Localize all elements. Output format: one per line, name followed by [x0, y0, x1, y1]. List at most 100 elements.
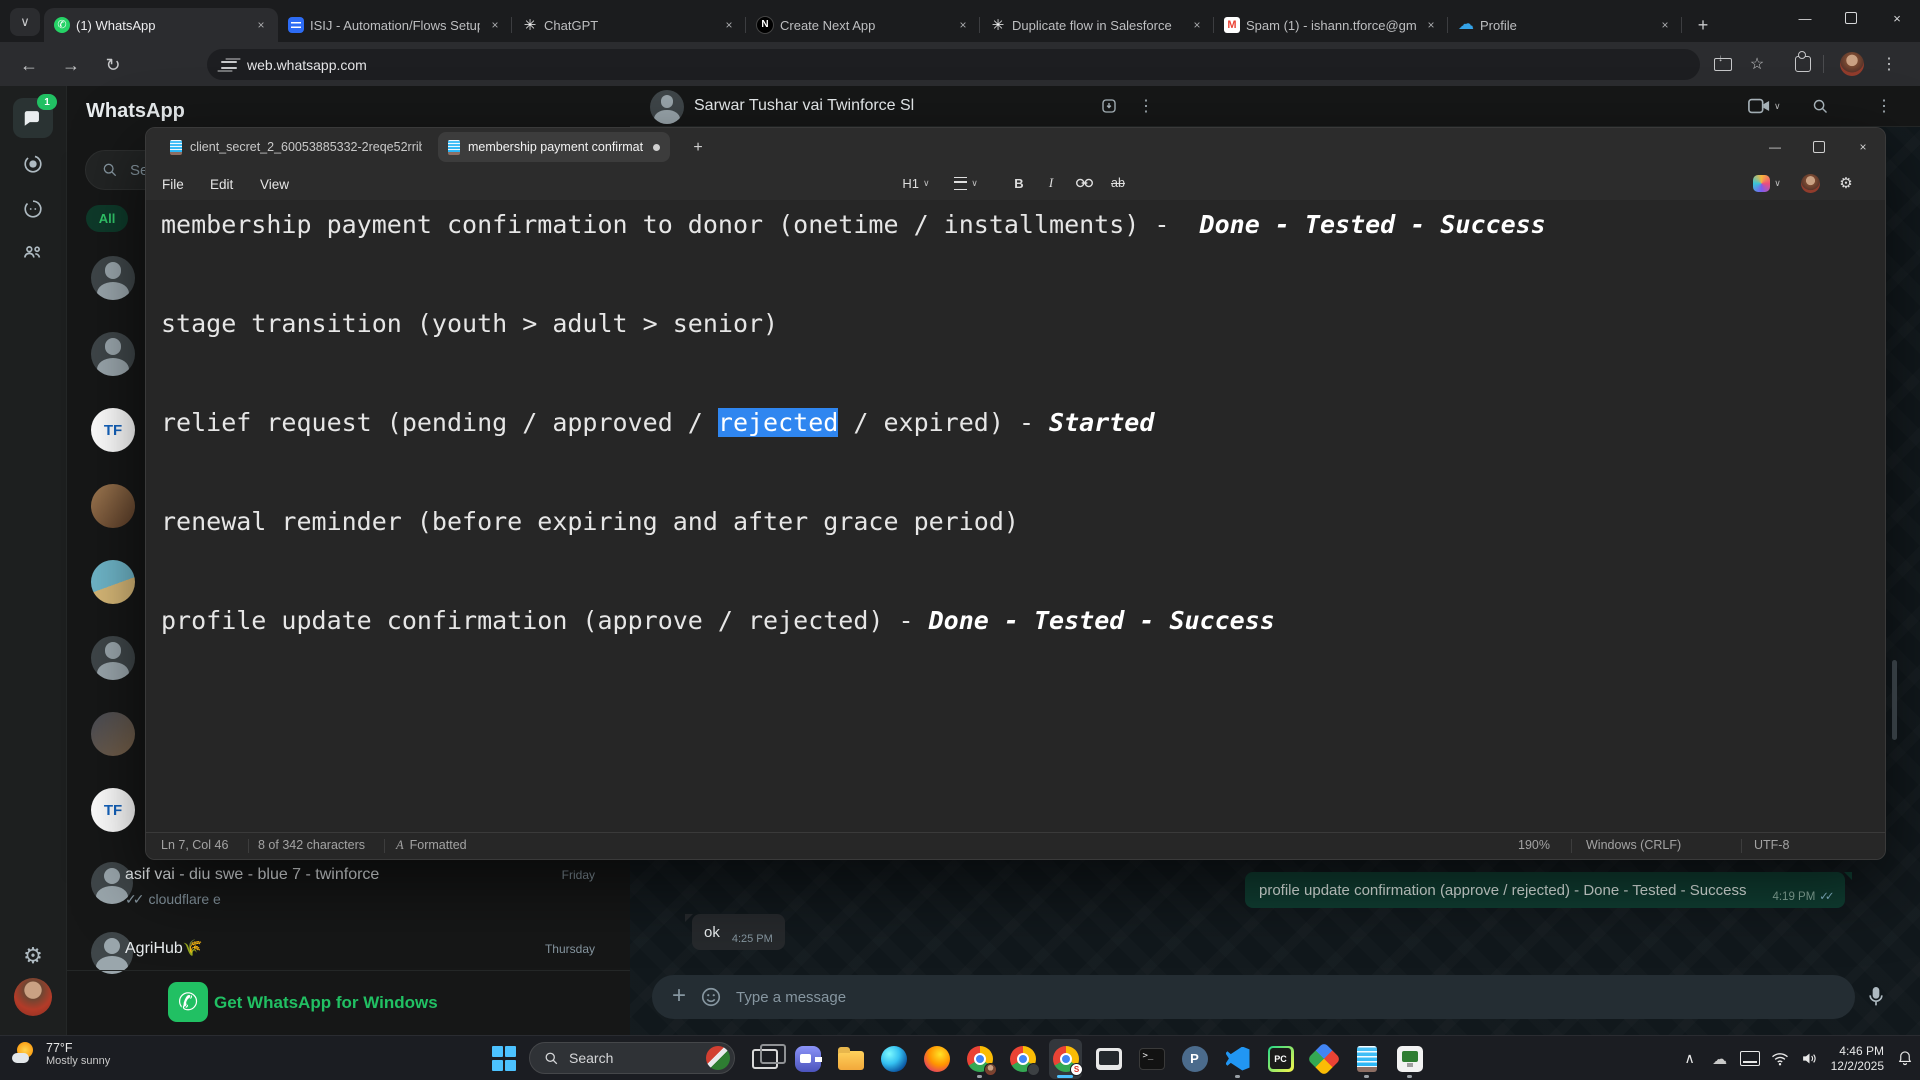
scrollbar-thumb[interactable] — [1892, 660, 1897, 740]
chrome-profile2-icon[interactable] — [1006, 1039, 1039, 1079]
chrome-profile1-icon[interactable] — [963, 1039, 996, 1079]
notepad-new-tab-button[interactable]: + — [686, 136, 710, 160]
monitor-app-icon[interactable] — [1092, 1039, 1125, 1079]
filter-all-chip[interactable]: All — [86, 205, 128, 232]
italic-button[interactable]: I — [1038, 171, 1064, 195]
wifi-icon[interactable] — [1765, 1052, 1795, 1066]
new-tab-button[interactable]: + — [1690, 12, 1716, 38]
menu-view[interactable]: View — [254, 173, 295, 195]
browser-minimize-button[interactable]: — — [1782, 0, 1828, 36]
contact-avatar[interactable] — [91, 332, 135, 376]
nav-chats-icon[interactable]: 1 — [13, 98, 53, 138]
copilot-icon[interactable]: ∨ — [1749, 171, 1785, 195]
notepad-document-tab[interactable]: client_secret_2_60053885332-2reqe52rribc — [160, 132, 432, 162]
emoji-icon[interactable] — [700, 986, 722, 1008]
zoom-level[interactable]: 190% — [1518, 838, 1550, 852]
tray-chevron-icon[interactable]: ∧ — [1675, 1050, 1705, 1067]
menu-file[interactable]: File — [156, 173, 190, 195]
notepad-document-tab[interactable]: membership payment confirmation — [438, 132, 670, 162]
my-profile-avatar[interactable] — [14, 978, 52, 1016]
volume-icon[interactable] — [1795, 1051, 1825, 1066]
browser-maximize-button[interactable] — [1828, 0, 1874, 36]
notepad-account-avatar[interactable] — [1797, 171, 1823, 195]
tab-close-button[interactable]: × — [954, 16, 972, 34]
contact-photo-avatar[interactable] — [91, 484, 135, 528]
tab-close-button[interactable]: × — [1656, 16, 1674, 34]
twinforce-avatar[interactable]: TF — [91, 408, 135, 452]
back-button[interactable]: ← — [14, 50, 44, 80]
attach-plus-icon[interactable]: + — [672, 982, 686, 1010]
edge-icon[interactable] — [877, 1039, 910, 1079]
contact-avatar[interactable] — [91, 636, 135, 680]
tab-close-button[interactable]: × — [1422, 16, 1440, 34]
bookmark-star-icon[interactable]: ☆ — [1740, 49, 1774, 79]
twinforce-avatar[interactable]: TF — [91, 788, 135, 832]
browser-tab[interactable]: ☁Profile× — [1448, 8, 1682, 42]
outgoing-message-bubble[interactable]: profile update confirmation (approve / r… — [1245, 872, 1845, 908]
nav-channels-icon[interactable] — [13, 189, 53, 229]
browser-profile-avatar[interactable] — [1840, 49, 1864, 79]
notification-bell-icon[interactable] — [1890, 1050, 1920, 1067]
message-input[interactable]: + Type a message — [652, 975, 1855, 1019]
contact-avatar[interactable] — [91, 256, 135, 300]
reload-button[interactable]: ↻ — [98, 50, 128, 80]
vscode-icon[interactable] — [1221, 1039, 1254, 1079]
touch-keyboard-icon[interactable] — [1735, 1051, 1765, 1066]
tab-close-button[interactable]: × — [720, 16, 738, 34]
weather-widget[interactable]: 77°F Mostly sunny — [10, 1040, 110, 1068]
onedrive-cloud-icon[interactable]: ☁ — [1705, 1050, 1735, 1068]
strikethrough-button[interactable]: ab — [1104, 171, 1132, 195]
nav-settings-icon[interactable]: ⚙ — [13, 936, 53, 976]
install-app-button[interactable] — [1706, 49, 1740, 79]
site-info-icon[interactable] — [221, 57, 237, 73]
get-whatsapp-banner[interactable]: Get WhatsApp for Windows — [214, 993, 438, 1013]
editor-area[interactable]: membership payment confirmation to donor… — [146, 200, 1885, 834]
tab-close-button[interactable]: × — [1188, 16, 1206, 34]
tab-search-button[interactable]: ∨ — [10, 8, 40, 36]
start-button[interactable] — [492, 1046, 517, 1071]
heading-style-dropdown[interactable]: H1∨ — [894, 171, 938, 195]
bold-button[interactable]: B — [1006, 171, 1032, 195]
pycharm-icon[interactable]: PC — [1264, 1039, 1297, 1079]
photos-pinwheel-icon[interactable] — [1307, 1039, 1340, 1079]
nav-communities-icon[interactable] — [13, 232, 53, 272]
address-bar[interactable]: web.whatsapp.com — [207, 49, 1700, 80]
link-button[interactable] — [1070, 171, 1098, 195]
notepad-app-icon[interactable] — [1350, 1039, 1383, 1079]
contact-photo-avatar[interactable] — [91, 712, 135, 756]
contact-photo-avatar[interactable] — [91, 560, 135, 604]
list-style-dropdown[interactable]: ∨ — [946, 171, 986, 195]
browser-tab[interactable]: MSpam (1) - ishann.tforce@gmai× — [1214, 8, 1448, 42]
nav-status-icon[interactable] — [13, 144, 53, 184]
taskpro-icon[interactable] — [1393, 1039, 1426, 1079]
forward-button[interactable]: → — [56, 50, 86, 80]
notepad-settings-icon[interactable]: ⚙ — [1833, 171, 1859, 195]
browser-tab[interactable]: ✳ChatGPT× — [512, 8, 746, 42]
browser-menu-icon[interactable]: ⋮ — [1872, 49, 1906, 79]
notepad-maximize-button[interactable] — [1797, 128, 1841, 166]
incoming-message-bubble[interactable]: ok 4:25 PM — [692, 914, 785, 950]
browser-tab[interactable]: ISIJ - Automation/Flows Setup -× — [278, 8, 512, 42]
notepad-minimize-button[interactable]: — — [1753, 128, 1797, 166]
extensions-icon[interactable] — [1786, 49, 1820, 79]
postgresql-icon[interactable]: P — [1178, 1039, 1211, 1079]
firefox-icon[interactable] — [920, 1039, 953, 1079]
file-explorer-icon[interactable] — [834, 1039, 867, 1079]
browser-tab[interactable]: ✳Duplicate flow in Salesforce× — [980, 8, 1214, 42]
menu-edit[interactable]: Edit — [204, 173, 239, 195]
terminal-icon[interactable]: >_ — [1135, 1039, 1168, 1079]
browser-tab[interactable]: ✆(1) WhatsApp× — [44, 8, 278, 42]
chrome-profile3-icon[interactable]: S — [1049, 1039, 1082, 1079]
notepad-close-button[interactable]: × — [1841, 128, 1885, 166]
openai-favicon: ✳ — [990, 17, 1006, 33]
tab-close-button[interactable]: × — [486, 16, 504, 34]
browser-close-button[interactable]: × — [1874, 0, 1920, 36]
teams-chat-icon[interactable] — [791, 1039, 824, 1079]
mic-icon[interactable] — [1866, 985, 1886, 1009]
task-view-icon[interactable] — [748, 1039, 781, 1079]
tab-close-button[interactable]: × — [252, 16, 270, 34]
taskbar-clock[interactable]: 4:46 PM 12/2/2025 — [1831, 1044, 1884, 1074]
browser-tab[interactable]: NCreate Next App× — [746, 8, 980, 42]
taskbar-search[interactable]: Search — [529, 1042, 735, 1074]
browser-tab-strip: ∨ ✆(1) WhatsApp×ISIJ - Automation/Flows … — [0, 0, 1920, 42]
